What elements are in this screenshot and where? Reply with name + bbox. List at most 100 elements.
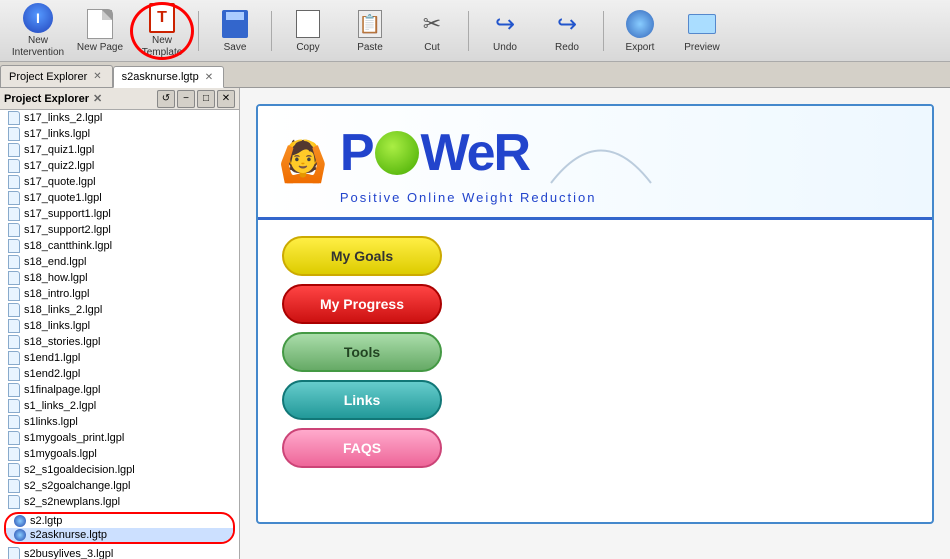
- file-item[interactable]: s18_links.lgpl: [0, 318, 239, 334]
- save-button[interactable]: Save: [205, 4, 265, 58]
- file-item[interactable]: s2_s2goalchange.lgpl: [0, 478, 239, 494]
- explorer-minimize-button[interactable]: −: [177, 90, 195, 108]
- project-explorer-tab-close[interactable]: ✕: [91, 71, 103, 82]
- file-item[interactable]: s17_support2.lgpl: [0, 222, 239, 238]
- save-label: Save: [224, 42, 247, 53]
- file-item[interactable]: s18_end.lgpl: [0, 254, 239, 270]
- file-item[interactable]: s1mygoals_print.lgpl: [0, 430, 239, 446]
- file-item[interactable]: s17_support1.lgpl: [0, 206, 239, 222]
- undo-label: Undo: [493, 42, 517, 53]
- file-item[interactable]: s18_cantthink.lgpl: [0, 238, 239, 254]
- file-icon: [8, 351, 20, 365]
- separator-3: [468, 11, 469, 51]
- preview-button[interactable]: Preview: [672, 4, 732, 58]
- file-icon: [8, 383, 20, 397]
- file-item[interactable]: s18_stories.lgpl: [0, 334, 239, 350]
- cut-label: Cut: [424, 42, 440, 53]
- file-item[interactable]: s2asknurse.lgtp: [6, 528, 233, 542]
- file-name: s18_cantthink.lgpl: [24, 240, 112, 252]
- paste-button[interactable]: 📋 Paste: [340, 4, 400, 58]
- export-label: Export: [626, 42, 655, 53]
- separator-4: [603, 11, 604, 51]
- copy-label: Copy: [296, 42, 319, 53]
- new-template-button[interactable]: T NewTemplate: [132, 4, 192, 58]
- file-item[interactable]: s2_s1goaldecision.lgpl: [0, 462, 239, 478]
- file-name: s1_links_2.lgpl: [24, 400, 96, 412]
- file-item[interactable]: s1end2.lgpl: [0, 366, 239, 382]
- file-name: s2_s1goaldecision.lgpl: [24, 464, 135, 476]
- paste-icon: 📋: [358, 10, 382, 38]
- project-explorer-tab[interactable]: Project Explorer ✕: [0, 65, 113, 87]
- file-item[interactable]: s1end1.lgpl: [0, 350, 239, 366]
- file-name: s1links.lgpl: [24, 416, 78, 428]
- file-name: s1end1.lgpl: [24, 352, 80, 364]
- file-item[interactable]: s17_quiz2.lgpl: [0, 158, 239, 174]
- file-item[interactable]: s18_intro.lgpl: [0, 286, 239, 302]
- file-item[interactable]: s2busylives_3.lgpl: [0, 546, 239, 559]
- file-icon: [14, 529, 26, 541]
- cut-icon: ✂: [423, 11, 441, 37]
- file-item[interactable]: s2.lgtp: [6, 514, 233, 528]
- intervention-icon: I: [23, 3, 53, 33]
- page-icon: [87, 9, 113, 39]
- nav-buttons: My Goals My Progress Tools Links FAQS: [258, 220, 478, 484]
- file-item[interactable]: s17_links.lgpl: [0, 126, 239, 142]
- project-explorer-tab-label: Project Explorer: [9, 71, 87, 83]
- file-item[interactable]: s17_quote1.lgpl: [0, 190, 239, 206]
- nav-button-links[interactable]: Links: [282, 380, 442, 420]
- save-icon: [222, 10, 248, 38]
- file-icon: [8, 447, 20, 461]
- logo-p: P: [340, 123, 373, 183]
- explorer-close-button[interactable]: ✕: [217, 90, 235, 108]
- copy-button[interactable]: Copy: [278, 4, 338, 58]
- file-name: s1mygoals_print.lgpl: [24, 432, 124, 444]
- new-intervention-label: NewIntervention: [12, 35, 64, 59]
- project-explorer-panel: Project Explorer ✕ ↺ − □ ✕ s17_links_2.l…: [0, 88, 240, 559]
- export-button[interactable]: Export: [610, 4, 670, 58]
- s2asknurse-tab[interactable]: s2asknurse.lgtp ✕: [113, 66, 224, 88]
- file-name: s2_s2goalchange.lgpl: [24, 480, 130, 492]
- file-name: s1end2.lgpl: [24, 368, 80, 380]
- file-icon: [8, 143, 20, 157]
- file-icon: [8, 111, 20, 125]
- explorer-maximize-button[interactable]: □: [197, 90, 215, 108]
- file-icon: [8, 415, 20, 429]
- new-page-button[interactable]: New Page: [70, 4, 130, 58]
- s2asknurse-tab-label: s2asknurse.lgtp: [122, 71, 199, 83]
- cut-button[interactable]: ✂ Cut: [402, 4, 462, 58]
- file-item[interactable]: s1links.lgpl: [0, 414, 239, 430]
- s2asknurse-tab-close[interactable]: ✕: [203, 72, 215, 83]
- new-intervention-button[interactable]: I NewIntervention: [8, 4, 68, 58]
- file-icon: [8, 271, 20, 285]
- file-item[interactable]: s18_how.lgpl: [0, 270, 239, 286]
- file-icon: [8, 239, 20, 253]
- file-item[interactable]: s17_links_2.lgpl: [0, 110, 239, 126]
- file-item[interactable]: s1_links_2.lgpl: [0, 398, 239, 414]
- nav-button-my-goals[interactable]: My Goals: [282, 236, 442, 276]
- undo-button[interactable]: ↩ Undo: [475, 4, 535, 58]
- nav-button-my-progress[interactable]: My Progress: [282, 284, 442, 324]
- file-item[interactable]: s18_links_2.lgpl: [0, 302, 239, 318]
- file-name: s2busylives_3.lgpl: [24, 548, 113, 559]
- explorer-sync-button[interactable]: ↺: [157, 90, 175, 108]
- file-item[interactable]: s1finalpage.lgpl: [0, 382, 239, 398]
- nav-button-faqs[interactable]: FAQS: [282, 428, 442, 468]
- file-name: s2asknurse.lgtp: [30, 529, 107, 541]
- file-icon: [8, 303, 20, 317]
- file-name: s18_stories.lgpl: [24, 336, 100, 348]
- file-icon: [8, 319, 20, 333]
- file-item[interactable]: s1mygoals.lgpl: [0, 446, 239, 462]
- nav-button-tools[interactable]: Tools: [282, 332, 442, 372]
- file-icon: [8, 223, 20, 237]
- file-name: s17_support1.lgpl: [24, 208, 111, 220]
- file-item[interactable]: s17_quote.lgpl: [0, 174, 239, 190]
- file-icon: [8, 287, 20, 301]
- file-item[interactable]: s2_s2newplans.lgpl: [0, 494, 239, 510]
- explorer-close-icon[interactable]: ✕: [93, 92, 102, 105]
- logo-curve: [541, 128, 661, 188]
- file-item[interactable]: s17_quiz1.lgpl: [0, 142, 239, 158]
- file-name: s1finalpage.lgpl: [24, 384, 100, 396]
- file-icon: [14, 515, 26, 527]
- redo-button[interactable]: ↪ Redo: [537, 4, 597, 58]
- separator-1: [198, 11, 199, 51]
